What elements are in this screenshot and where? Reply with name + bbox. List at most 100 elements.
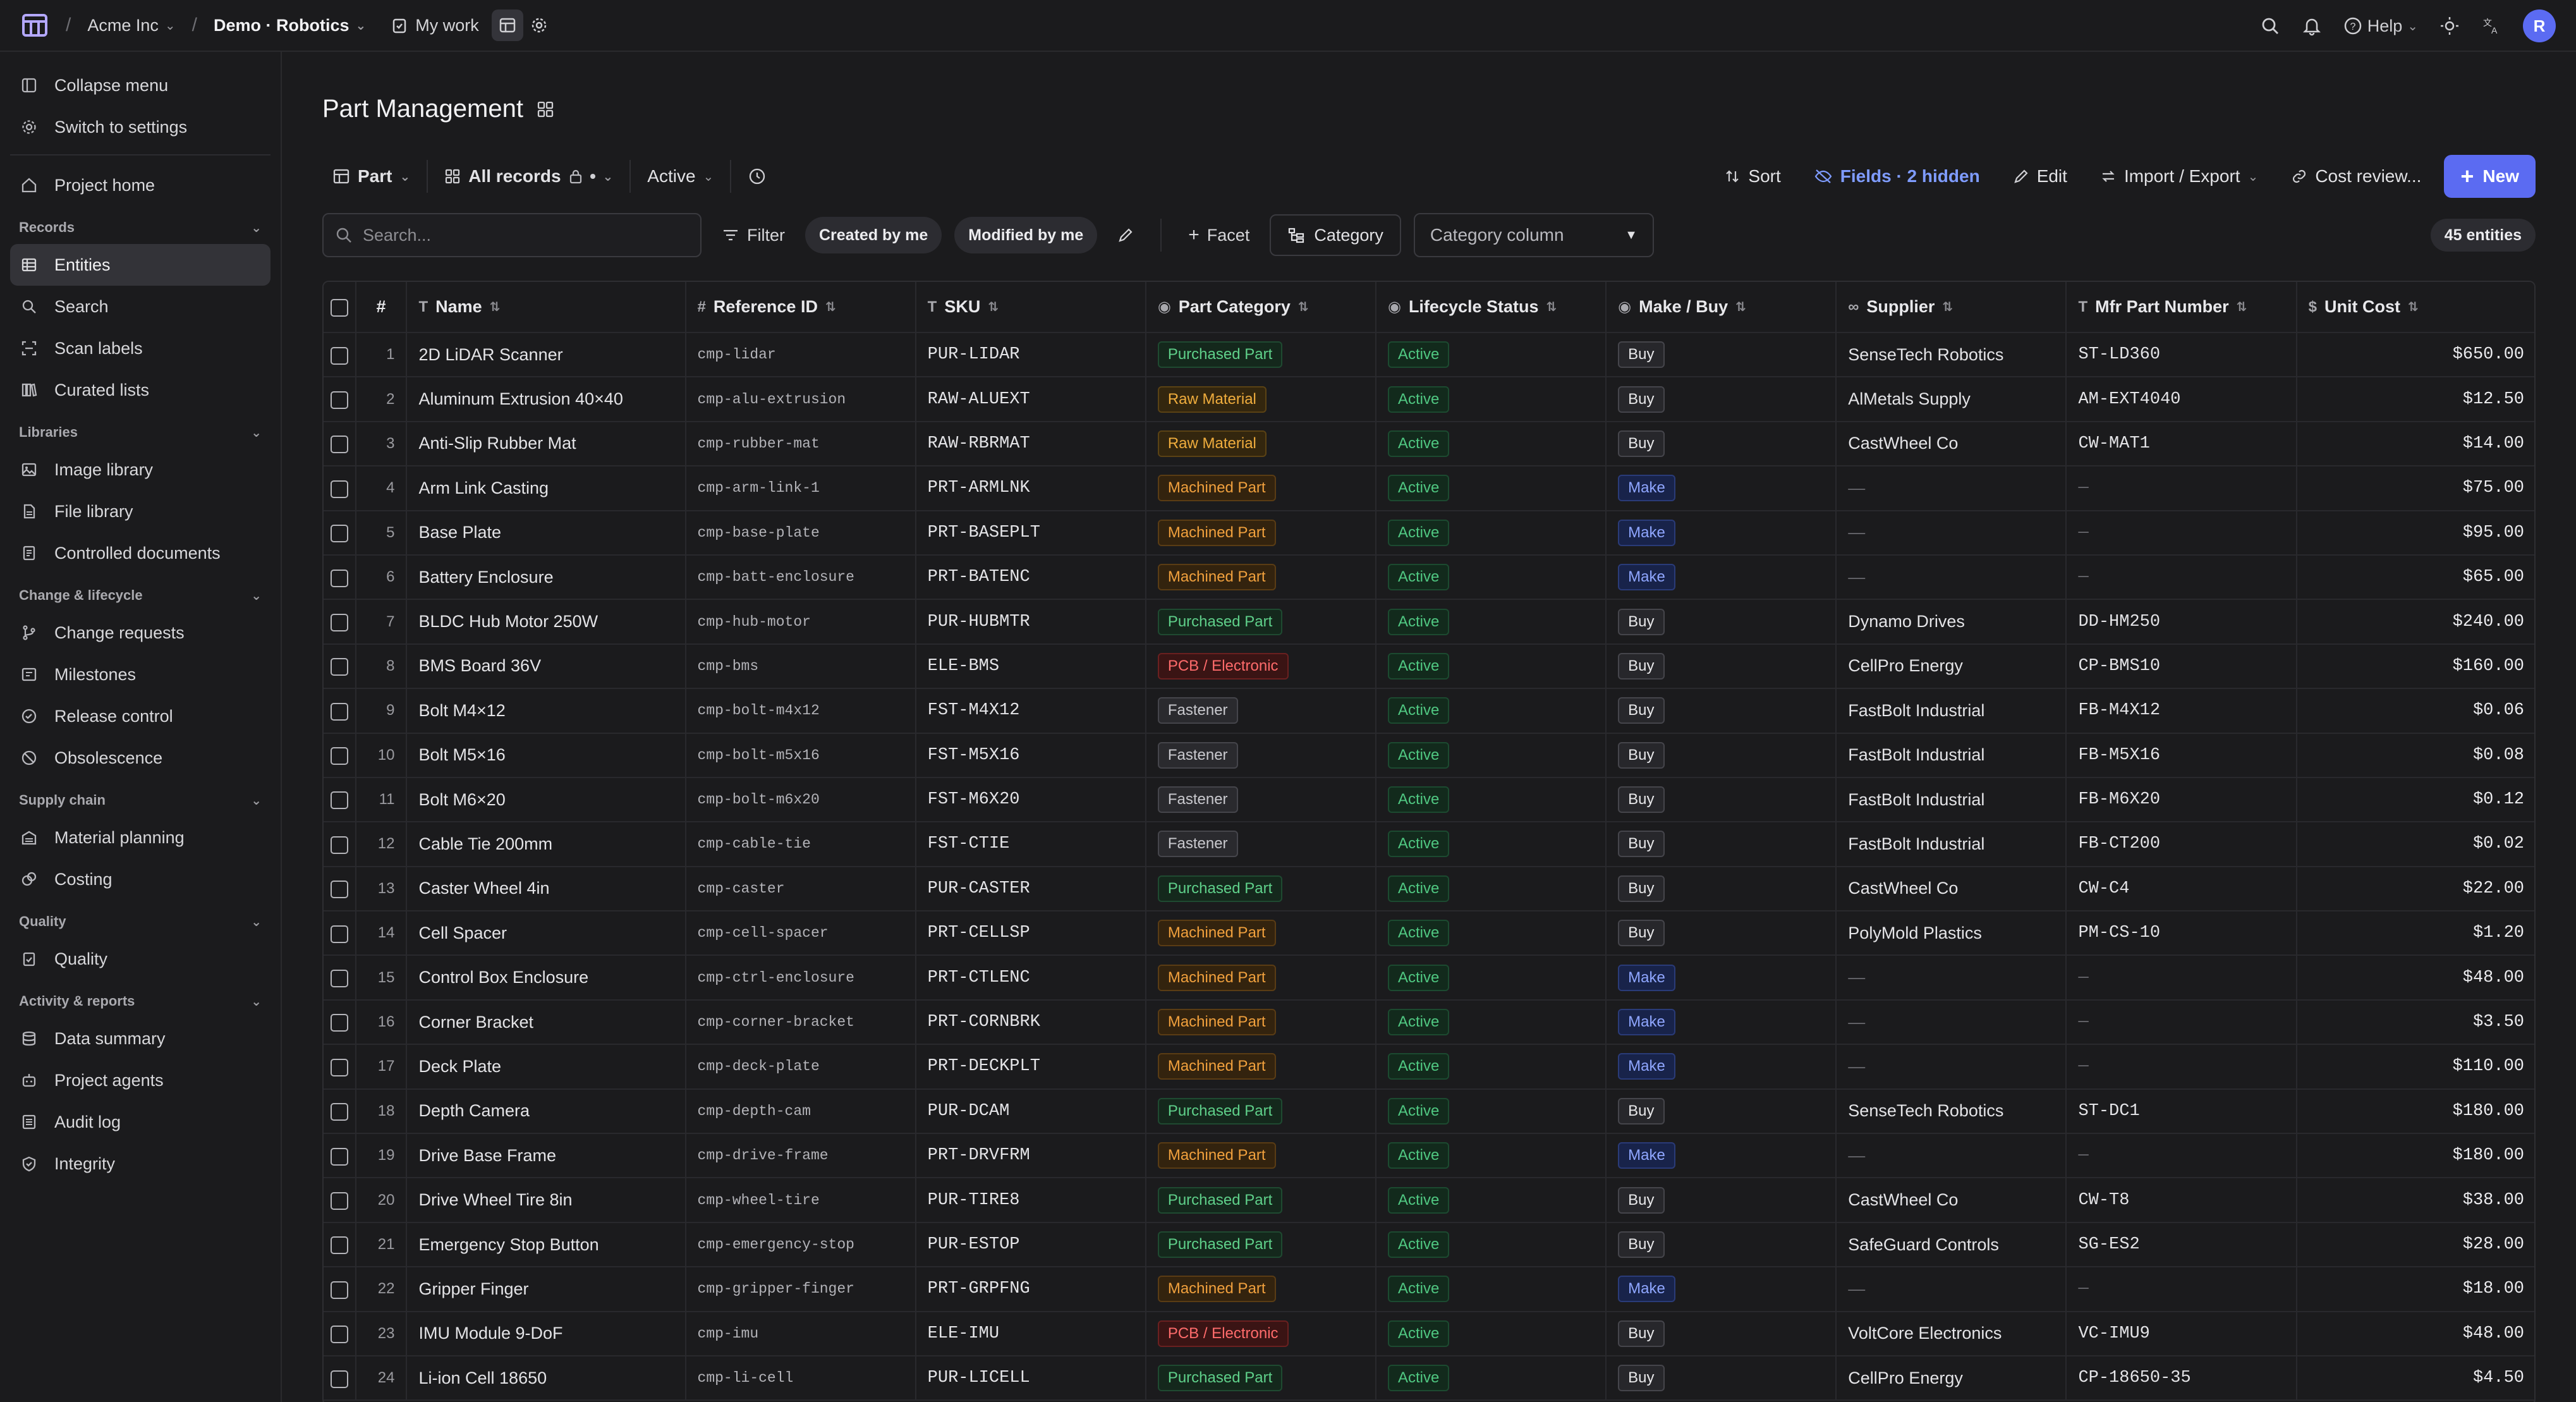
column-header-unit-cost[interactable]: $ Unit Cost ⇅ — [2296, 282, 2534, 333]
table-row[interactable]: 13 Caster Wheel 4in cmp-caster PUR-CASTER Pu… — [324, 866, 2534, 912]
row-checkbox[interactable] — [330, 747, 348, 765]
row-checkbox[interactable] — [330, 569, 348, 587]
sidebar-section-quality[interactable]: Quality ⌄ — [10, 905, 270, 938]
sort-arrows-icon[interactable]: ⇅ — [1735, 299, 1746, 315]
sort-arrows-icon[interactable]: ⇅ — [988, 299, 999, 315]
row-checkbox[interactable] — [330, 436, 348, 454]
table-view-button[interactable] — [491, 9, 523, 41]
row-checkbox[interactable] — [330, 346, 348, 365]
table-row[interactable]: 10 Bolt M5×16 cmp-bolt-m5x16 FST-M5X16 Faste… — [324, 733, 2534, 778]
search-input[interactable] — [363, 225, 679, 245]
table-row[interactable]: 11 Bolt M6×20 cmp-bolt-m6x20 FST-M6X20 Faste… — [324, 777, 2534, 823]
sort-button[interactable]: Sort — [1714, 155, 1790, 197]
part-name[interactable]: Cell Spacer — [406, 911, 686, 956]
theme-toggle-button[interactable] — [2439, 16, 2460, 36]
table-row[interactable]: 9 Bolt M4×12 cmp-bolt-m4x12 FST-M4X12 Fasten… — [324, 688, 2534, 734]
row-checkbox[interactable] — [330, 836, 348, 854]
column-header-mfr-part-number[interactable]: T Mfr Part Number ⇅ — [2066, 282, 2297, 333]
table-row[interactable]: 21 Emergency Stop Button cmp-emergency-sto… — [324, 1222, 2534, 1268]
history-button[interactable] — [738, 155, 777, 197]
table-row[interactable]: 1 2D LiDAR Scanner cmp-lidar PUR-LIDAR Purch… — [324, 332, 2534, 378]
table-row[interactable]: 15 Control Box Enclosure cmp-ctrl-enclosur… — [324, 955, 2534, 1001]
row-checkbox[interactable] — [330, 658, 348, 676]
sidebar-item-integrity[interactable]: Integrity — [10, 1143, 270, 1185]
table-row[interactable]: 18 Depth Camera cmp-depth-cam PUR-DCAM Purch… — [324, 1088, 2534, 1135]
sort-arrows-icon[interactable]: ⇅ — [825, 299, 836, 315]
row-checkbox[interactable] — [330, 1192, 348, 1210]
sidebar-item-obsolescence[interactable]: Obsolescence — [10, 737, 270, 779]
row-checkbox[interactable] — [330, 1370, 348, 1388]
part-name[interactable]: Li-ion Cell 18650 — [406, 1355, 686, 1401]
table-row[interactable]: 14 Cell Spacer cmp-cell-spacer PRT-CELLSP Ma… — [324, 911, 2534, 956]
sidebar-section-libraries[interactable]: Libraries ⌄ — [10, 416, 270, 449]
part-name[interactable]: Bolt M5×16 — [406, 733, 686, 778]
sidebar-item-material-planning[interactable]: Material planning — [10, 817, 270, 858]
select-all-checkbox[interactable] — [330, 298, 348, 317]
table-row[interactable]: 8 BMS Board 36V cmp-bms ELE-BMS PCB / Electr… — [324, 643, 2534, 690]
row-checkbox[interactable] — [330, 881, 348, 899]
part-name[interactable]: Emergency Stop Button — [406, 1222, 686, 1268]
user-avatar[interactable]: R — [2523, 9, 2556, 42]
row-checkbox[interactable] — [330, 613, 348, 631]
part-name[interactable]: Caster Wheel 4in — [406, 866, 686, 912]
part-name[interactable]: IMU Module 9-DoF — [406, 1311, 686, 1356]
new-record-button[interactable]: + New — [2444, 155, 2536, 198]
sidebar-item-costing[interactable]: Costing — [10, 858, 270, 900]
column-header-sku[interactable]: T SKU ⇅ — [915, 282, 1146, 333]
grid-icon[interactable] — [536, 100, 555, 119]
part-name[interactable]: BMS Board 36V — [406, 643, 686, 690]
sidebar-item-milestones[interactable]: Milestones — [10, 654, 270, 695]
part-name[interactable]: Bolt M6×20 — [406, 777, 686, 823]
row-checkbox[interactable] — [330, 970, 348, 988]
breadcrumb-org[interactable]: Acme Inc ⌄ — [87, 16, 175, 35]
sidebar-item-entities[interactable]: Entities — [10, 244, 270, 286]
sidebar-section-records[interactable]: Records ⌄ — [10, 211, 270, 244]
part-name[interactable]: Base Plate — [406, 510, 686, 556]
part-name[interactable]: Depth Camera — [406, 1088, 686, 1135]
sidebar-item-project-home[interactable]: Project home — [10, 164, 270, 206]
sidebar-item-scan-labels[interactable]: Scan labels — [10, 327, 270, 369]
row-checkbox[interactable] — [330, 525, 348, 543]
row-checkbox[interactable] — [330, 1014, 348, 1032]
category-column-select[interactable]: Category column ▼ — [1413, 213, 1654, 257]
sidebar-item-curated-lists[interactable]: Curated lists — [10, 369, 270, 411]
table-row[interactable]: 4 Arm Link Casting cmp-arm-link-1 PRT-ARMLN… — [324, 466, 2534, 511]
global-search-button[interactable] — [2260, 16, 2280, 36]
part-name[interactable]: Battery Enclosure — [406, 554, 686, 600]
row-checkbox[interactable] — [330, 1058, 348, 1076]
sidebar-item-file-library[interactable]: File library — [10, 491, 270, 532]
notifications-button[interactable] — [2302, 16, 2322, 36]
sort-arrows-icon[interactable]: ⇅ — [490, 299, 501, 315]
column-header-number[interactable]: # — [355, 282, 408, 333]
row-checkbox[interactable] — [330, 480, 348, 498]
my-work-link[interactable]: My work — [391, 16, 479, 35]
filter-button[interactable]: Filter — [714, 217, 793, 253]
created-by-me-chip[interactable]: Created by me — [805, 217, 942, 253]
table-row[interactable]: 6 Battery Enclosure cmp-batt-enclosure PRT-… — [324, 554, 2534, 600]
table-row[interactable]: 17 Deck Plate cmp-deck-plate PRT-DECKPLT Mac… — [324, 1044, 2534, 1090]
cost-review-button[interactable]: Cost review... — [2281, 155, 2431, 197]
row-checkbox[interactable] — [330, 1281, 348, 1299]
column-header-name[interactable]: T Name ⇅ — [406, 282, 686, 333]
column-header-reference-id[interactable]: # Reference ID ⇅ — [685, 282, 916, 333]
category-facet-button[interactable]: Category — [1270, 214, 1401, 256]
part-name[interactable]: Drive Base Frame — [406, 1133, 686, 1179]
part-name[interactable]: BLDC Hub Motor 250W — [406, 599, 686, 645]
edit-filters-button[interactable] — [1110, 217, 1141, 253]
sidebar-item-project-agents[interactable]: Project agents — [10, 1059, 270, 1101]
table-row[interactable]: 20 Drive Wheel Tire 8in cmp-wheel-tire PUR-… — [324, 1178, 2534, 1223]
edit-button[interactable]: Edit — [2003, 155, 2077, 197]
status-filter-dropdown[interactable]: Active ⌄ — [637, 155, 724, 197]
row-checkbox[interactable] — [330, 702, 348, 721]
part-name[interactable]: Gripper Finger — [406, 1267, 686, 1312]
sidebar-item-search[interactable]: Search — [10, 286, 270, 327]
entity-type-dropdown[interactable]: Part ⌄ — [322, 155, 420, 197]
sort-arrows-icon[interactable]: ⇅ — [1298, 299, 1309, 315]
sidebar-item-release-control[interactable]: Release control — [10, 695, 270, 737]
column-header-part-category[interactable]: ◉ Part Category ⇅ — [1145, 282, 1376, 333]
table-row[interactable]: 23 IMU Module 9-DoF cmp-imu ELE-IMU PCB / El… — [324, 1311, 2534, 1356]
sidebar-section-activity-reports[interactable]: Activity & reports ⌄ — [10, 985, 270, 1018]
table-row[interactable]: 16 Corner Bracket cmp-corner-bracket PRT-CO… — [324, 999, 2534, 1045]
table-row[interactable]: 19 Drive Base Frame cmp-drive-frame PRT-DRV… — [324, 1133, 2534, 1179]
table-row[interactable]: 12 Cable Tie 200mm cmp-cable-tie FST-CTIE Fa… — [324, 822, 2534, 867]
